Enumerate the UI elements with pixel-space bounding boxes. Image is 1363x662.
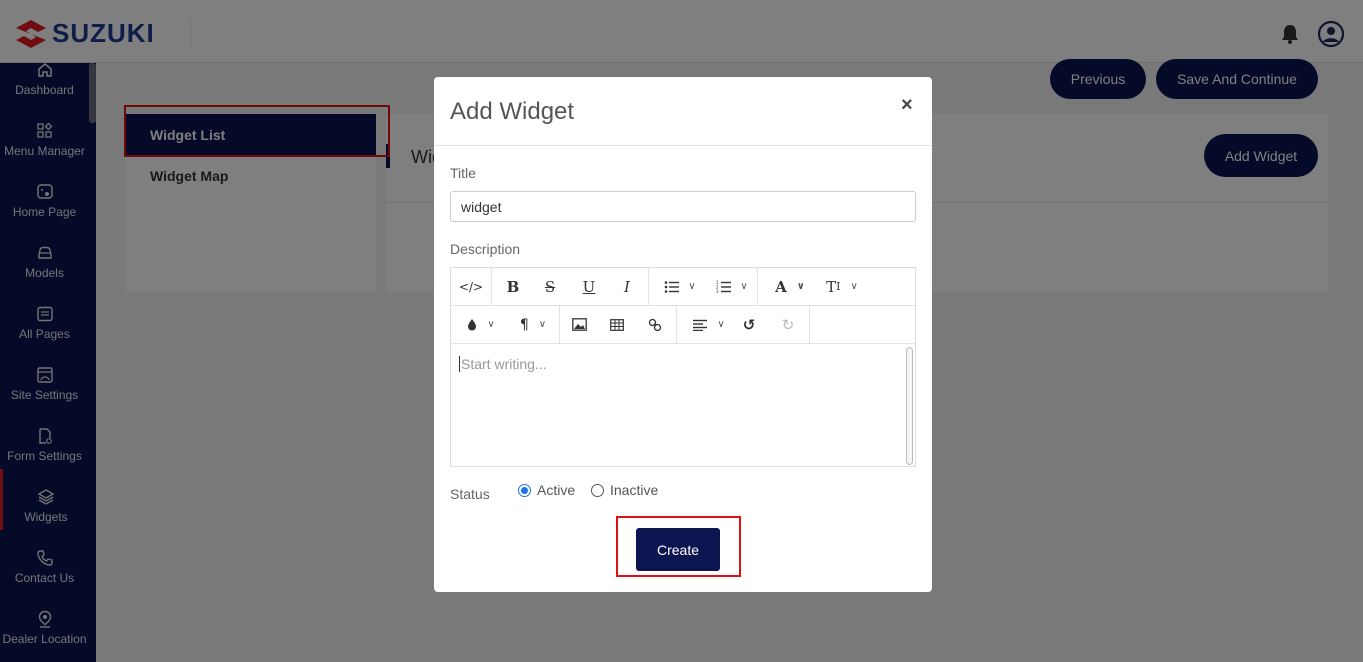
italic-icon[interactable]: I: [617, 268, 637, 306]
editor-placeholder: Start writing...: [459, 356, 547, 372]
link-icon[interactable]: [645, 306, 665, 344]
underline-icon[interactable]: U: [579, 268, 599, 306]
editor-content-area[interactable]: Start writing...: [451, 345, 915, 466]
table-icon[interactable]: [607, 306, 627, 344]
redo-icon[interactable]: ↻: [778, 306, 798, 344]
font-color-icon[interactable]: A ∨: [769, 268, 811, 306]
align-icon[interactable]: ∨: [689, 306, 729, 344]
highlight-color-icon[interactable]: ∨: [461, 306, 501, 344]
toolbar-separator: [559, 306, 560, 343]
chevron-down-icon: ∨: [796, 281, 805, 292]
toolbar-separator: [676, 306, 677, 343]
chevron-down-icon: ∨: [688, 281, 696, 292]
status-inactive-option[interactable]: Inactive: [591, 482, 658, 498]
title-input[interactable]: [450, 191, 916, 222]
modal-title: Add Widget: [450, 98, 575, 125]
add-widget-modal: Add Widget × Title Description </> B S U…: [434, 77, 932, 592]
numbered-list-icon[interactable]: 123 ∨: [712, 268, 752, 306]
image-icon[interactable]: [569, 306, 589, 344]
strikethrough-icon[interactable]: S: [540, 268, 560, 306]
active-radio[interactable]: [518, 483, 531, 497]
paragraph-icon[interactable]: ¶ ∨: [513, 306, 553, 344]
editor-toolbar-row-1: </> B S U I ∨ 123 ∨ A ∨ T I ∨: [451, 268, 915, 306]
font-size-icon[interactable]: T I ∨: [821, 268, 863, 306]
toolbar-separator: [491, 268, 492, 305]
editor-toolbar-row-2: ∨ ¶ ∨ ∨ ↺ ↻: [451, 306, 915, 344]
bold-icon[interactable]: B: [503, 268, 523, 306]
chevron-down-icon: ∨: [538, 319, 547, 330]
bullet-list-icon[interactable]: ∨: [660, 268, 700, 306]
status-label: Status: [450, 486, 490, 502]
editor-scrollbar[interactable]: [906, 347, 913, 465]
toolbar-separator: [757, 268, 758, 305]
chevron-down-icon: ∨: [740, 281, 748, 292]
modal-header: Add Widget ×: [434, 77, 932, 146]
inactive-radio[interactable]: [591, 483, 604, 497]
close-icon[interactable]: ×: [901, 94, 913, 117]
code-view-icon[interactable]: </>: [459, 268, 483, 306]
undo-icon[interactable]: ↺: [739, 306, 759, 344]
chevron-down-icon: ∨: [850, 281, 858, 292]
description-label: Description: [450, 241, 521, 257]
rich-text-editor: </> B S U I ∨ 123 ∨ A ∨ T I ∨ ∨ ¶ ∨ ∨ ↺ …: [450, 267, 916, 467]
title-label: Title: [450, 165, 476, 181]
highlight-create-button: [616, 516, 741, 577]
inactive-label: Inactive: [610, 482, 659, 498]
chevron-down-icon: ∨: [487, 319, 495, 330]
svg-text:3: 3: [716, 289, 719, 294]
active-label: Active: [537, 482, 576, 498]
toolbar-separator: [648, 268, 649, 305]
chevron-down-icon: ∨: [717, 319, 725, 330]
status-active-option[interactable]: Active: [518, 482, 575, 498]
toolbar-separator: [809, 306, 810, 343]
